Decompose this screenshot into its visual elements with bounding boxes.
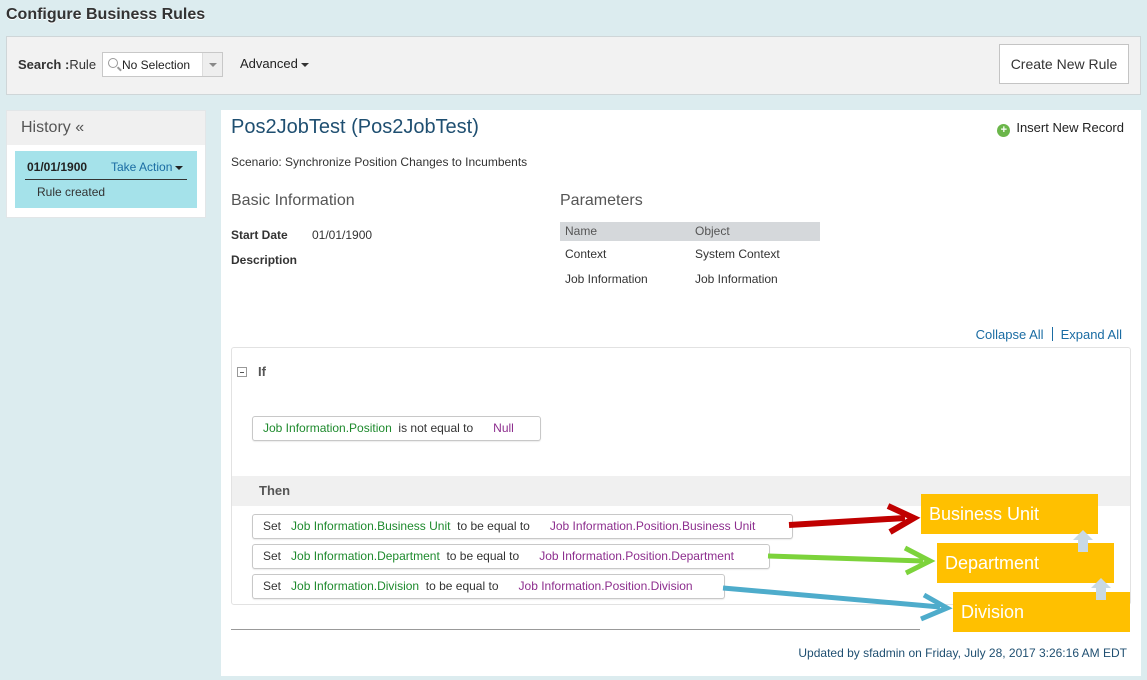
search-icon [108, 58, 118, 68]
start-date-value: 01/01/1900 [312, 228, 373, 242]
business-unit-tag: Business Unit [921, 494, 1098, 534]
if-condition[interactable]: Job Information.Position is not equal to… [252, 416, 541, 441]
param-object: System Context [695, 247, 780, 261]
history-entry[interactable]: 01/01/1900 Take Action Rule created [15, 151, 197, 208]
search-label: Search :Rule [18, 57, 97, 72]
dropdown-arrow-icon[interactable] [202, 53, 222, 76]
param-name: Job Information [565, 272, 648, 286]
param-name: Context [565, 247, 607, 261]
insert-new-record-link[interactable]: + Insert New Record [997, 120, 1124, 137]
rule-title: Pos2JobTest (Pos2JobTest) [231, 116, 479, 138]
parameters-header-row: Name Object [560, 222, 820, 241]
plus-circle-icon: + [997, 124, 1011, 137]
collapse-all-link[interactable]: Collapse All [976, 327, 1044, 342]
description-label: Description [231, 253, 298, 267]
basic-info-heading: Basic Information [231, 192, 355, 209]
expand-all-link[interactable]: Expand All [1061, 327, 1122, 342]
if-label: If [258, 364, 266, 379]
caret-down-icon [175, 165, 184, 170]
rule-search-select[interactable]: No Selection [102, 52, 223, 77]
create-new-rule-button[interactable]: Create New Rule [999, 44, 1129, 84]
then-action[interactable]: Set Job Information.Business Unit to be … [252, 514, 793, 539]
advanced-menu[interactable]: Advanced [240, 56, 309, 71]
history-header[interactable]: History « [7, 111, 205, 145]
collapse-icon[interactable] [237, 367, 247, 377]
up-arrow-icon [1073, 530, 1093, 552]
scenario-text: Scenario: Synchronize Position Changes t… [231, 155, 528, 169]
history-note: Rule created [37, 185, 106, 199]
rule-search-value: No Selection [122, 58, 191, 72]
updated-by-text: Updated by sfadmin on Friday, July 28, 2… [798, 646, 1127, 660]
take-action-menu[interactable]: Take Action [111, 160, 184, 174]
page-title: Configure Business Rules [6, 6, 206, 23]
divider [25, 179, 187, 180]
param-object: Job Information [695, 272, 778, 286]
then-action[interactable]: Set Job Information.Department to be equ… [252, 544, 770, 569]
search-bar: Search :Rule No Selection Advanced Creat… [6, 36, 1141, 95]
caret-down-icon [300, 62, 309, 67]
up-arrow-icon [1091, 578, 1111, 600]
history-panel: History « 01/01/1900 Take Action Rule cr… [6, 110, 206, 218]
divider [231, 629, 920, 630]
start-date-label: Start Date [231, 228, 288, 242]
column-header-name: Name [565, 224, 598, 238]
divider [1051, 327, 1053, 341]
history-date[interactable]: 01/01/1900 [27, 160, 87, 174]
column-header-object: Object [695, 224, 730, 238]
expand-collapse-links: Collapse All Expand All [976, 327, 1122, 342]
then-action[interactable]: Set Job Information.Division to be equal… [252, 574, 725, 599]
parameters-heading: Parameters [560, 192, 643, 209]
